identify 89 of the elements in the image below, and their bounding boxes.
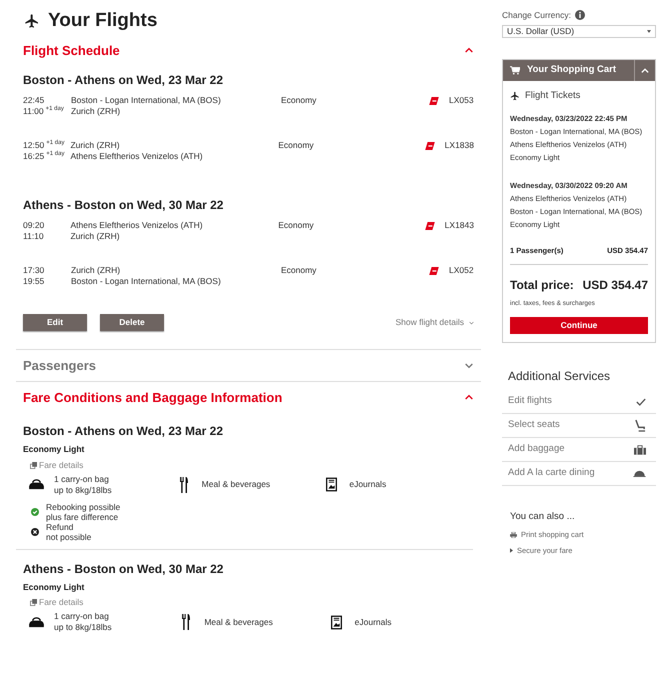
checkmark-icon: [636, 398, 646, 406]
service-text: Meal & beverages: [202, 479, 270, 490]
flight-number: LX1843: [444, 220, 474, 231]
arrival-airport: Zurich (ZRH): [71, 106, 122, 117]
suitcase-icon: [634, 444, 646, 454]
edit-button[interactable]: Edit: [23, 314, 87, 331]
condition-text: Refund not possible: [46, 522, 92, 542]
journal-icon: [331, 614, 342, 630]
departure-time: 09:20: [23, 220, 44, 231]
airline-tail-icon: [424, 222, 435, 230]
cart-section-title: Flight Tickets: [525, 88, 580, 103]
you-can-also-title: You can also ...: [510, 510, 576, 524]
window-icon: [30, 462, 37, 469]
service-text: eJournals: [354, 616, 392, 628]
departure-time: 22:45: [23, 95, 44, 106]
service-option[interactable]: Edit flights: [502, 390, 656, 414]
departure-airport: Athens Eleftherios Venizelos (ATH): [70, 220, 204, 231]
delete-button[interactable]: Delete: [100, 314, 164, 331]
service-text: 1 carry-on bag up to 8kg/18lbs: [54, 474, 112, 496]
continue-button[interactable]: Continue: [510, 317, 648, 334]
fare-name: Economy Light: [23, 443, 86, 456]
chevron-down-icon: [469, 320, 474, 324]
arrival-airport: Athens Eleftherios Venizelos (ATH): [70, 151, 204, 162]
arrival-time: 11:00: [23, 106, 44, 117]
check-circle-icon: [31, 508, 39, 516]
passengers-heading[interactable]: Passengers: [23, 356, 96, 376]
page-title: Your Flights: [48, 9, 158, 33]
additional-services-title: Additional Services: [508, 368, 612, 385]
journey-heading: Athens - Boston on Wed, 30 Mar 22: [23, 560, 224, 578]
journey-heading: Athens - Boston on Wed, 30 Mar 22: [22, 197, 224, 214]
cart-icon: [510, 66, 520, 75]
departure-airport: Zurich (ZRH): [70, 140, 121, 151]
departure-airport: Boston - Logan International, MA (BOS): [71, 95, 222, 106]
airline-tail-icon: [429, 267, 439, 275]
cabin-class: Economy: [281, 95, 316, 105]
fare-name: Economy Light: [23, 580, 86, 594]
cabin-class: Economy: [278, 220, 314, 230]
arrival-time: 19:55: [23, 276, 44, 287]
fare-details-link[interactable]: Fare details: [30, 458, 84, 472]
flight-number: LX052: [449, 265, 474, 276]
departure-time: 12:50: [23, 140, 44, 151]
cloche-icon: [633, 470, 646, 477]
journal-icon: [326, 477, 337, 492]
journey-heading: Boston - Athens on Wed, 23 Mar 22: [23, 423, 224, 440]
chevron-up-icon[interactable]: [465, 394, 473, 400]
journey-heading: Boston - Athens on Wed, 23 Mar 22: [22, 72, 224, 89]
flight-number: LX1838: [444, 140, 474, 151]
chevron-down-icon[interactable]: [465, 362, 473, 369]
service-text: eJournals: [349, 479, 386, 490]
currency-label: Change Currency:: [502, 9, 571, 22]
cabin-class: Economy: [281, 265, 316, 275]
service-option[interactable]: Add A la carte dining: [502, 462, 656, 486]
window-icon: [30, 599, 37, 606]
fare-conditions-heading[interactable]: Fare Conditions and Baggage Information: [23, 388, 282, 407]
show-details-link[interactable]: Show flight details: [395, 316, 474, 329]
arrival-time: 16:25: [23, 151, 44, 162]
chevron-up-icon[interactable]: [465, 47, 473, 54]
fork-knife-icon: [182, 614, 190, 630]
bag-icon: [28, 616, 44, 628]
total-label: Total price:: [510, 277, 574, 294]
airplane-icon: [24, 13, 40, 30]
currency-select[interactable]: U.S. Dollar (USD): [502, 24, 656, 38]
service-text: Meal & beverages: [204, 616, 273, 628]
cabin-class: Economy: [278, 140, 314, 150]
schedule-heading[interactable]: Flight Schedule: [23, 40, 120, 60]
arrival-airport: Zurich (ZRH): [70, 231, 121, 242]
arrival-time: 11:10: [23, 231, 44, 242]
info-icon[interactable]: [574, 10, 585, 20]
caret-right-icon: [510, 548, 513, 553]
dropdown-caret-icon: [647, 30, 651, 33]
cross-circle-icon: [31, 528, 39, 536]
departure-airport: Zurich (ZRH): [71, 265, 122, 276]
printer-icon: [510, 532, 517, 538]
total-price: USD 354.47: [582, 277, 648, 294]
service-option[interactable]: Add baggage: [502, 438, 656, 462]
service-text: 1 carry-on bag up to 8kg/18lbs: [54, 611, 112, 633]
service-option[interactable]: Select seats: [502, 414, 656, 438]
seat-icon: [635, 419, 646, 432]
arrival-airport: Boston - Logan International, MA (BOS): [71, 276, 222, 287]
fare-details-link[interactable]: Fare details: [30, 596, 84, 609]
airline-tail-icon: [429, 97, 439, 105]
bag-icon: [28, 479, 44, 490]
fork-knife-icon: [180, 476, 188, 492]
condition-text: Rebooking possible plus fare difference: [46, 502, 120, 522]
departure-time: 17:30: [23, 265, 44, 276]
airplane-icon: [510, 90, 520, 101]
flight-number: LX053: [449, 95, 474, 106]
airline-tail-icon: [424, 142, 435, 150]
cart-title: Your Shopping Cart: [527, 63, 618, 78]
